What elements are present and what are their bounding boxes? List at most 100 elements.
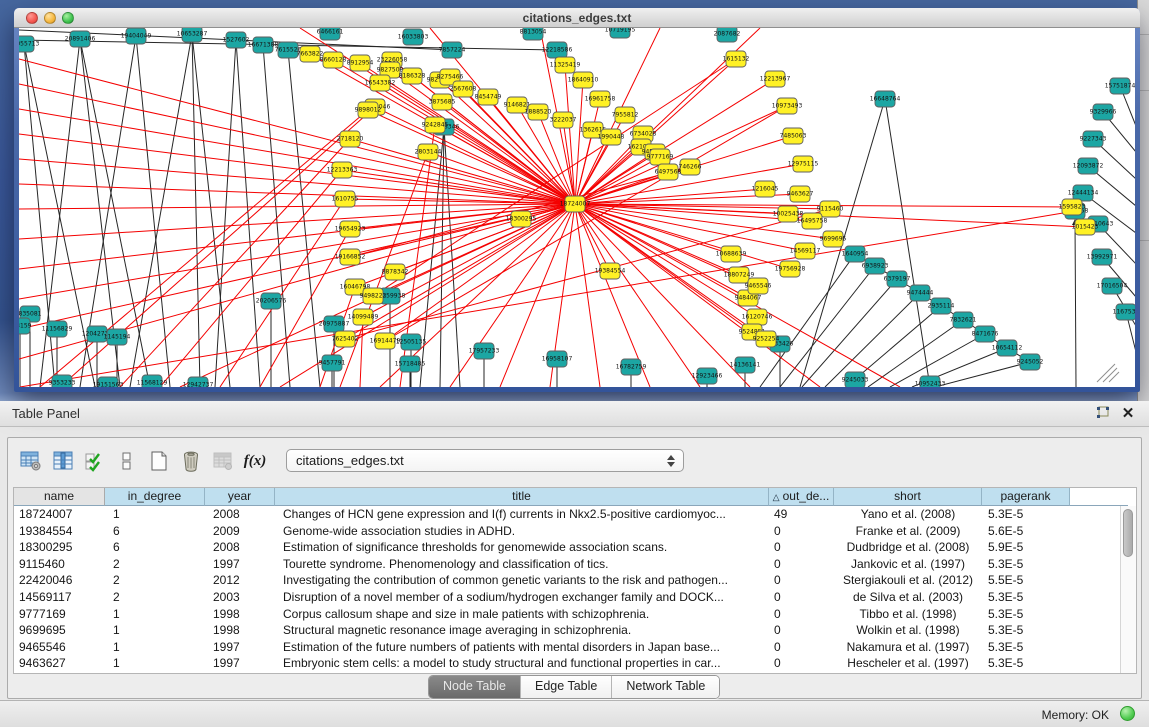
cell-title[interactable]: Disruption of a novel member of a sodium… — [275, 589, 769, 606]
edge[interactable] — [19, 204, 575, 329]
cell-short[interactable]: Nakamura et al. (1997) — [834, 639, 982, 656]
tab-edge-table[interactable]: Edge Table — [521, 676, 612, 698]
network-node-selected[interactable]: 8878342 — [382, 264, 409, 280]
rows-icon[interactable] — [114, 448, 140, 474]
cell-in_degree[interactable]: 1 — [105, 606, 205, 623]
cell-short[interactable]: Tibbo et al. (1998) — [834, 606, 982, 623]
edge[interactable] — [263, 45, 290, 387]
network-node-selected[interactable]: 9463627 — [787, 186, 814, 202]
table-row-14569117[interactable]: 1456911722003Disruption of a novel membe… — [14, 589, 1136, 606]
network-node[interactable]: 9245033 — [842, 372, 869, 387]
column-header-year[interactable]: year — [205, 488, 275, 506]
network-node[interactable]: 20206576 — [256, 293, 287, 309]
cell-title[interactable]: Changes of HCN gene expression and I(f) … — [275, 506, 769, 523]
cell-name[interactable]: 19384554 — [14, 523, 105, 540]
network-node-selected[interactable]: 8454749 — [475, 89, 502, 105]
cell-title[interactable]: Tourette syndrome. Phenomenology and cla… — [275, 556, 769, 573]
network-node-selected[interactable]: 1015423 — [1072, 219, 1099, 235]
delete-rows-trash-icon[interactable] — [178, 448, 204, 474]
cell-pagerank[interactable]: 5.3E-5 — [982, 506, 1070, 523]
cell-year[interactable]: 1997 — [205, 556, 275, 573]
cell-short[interactable]: Wolkin et al. (1998) — [834, 622, 982, 639]
cell-in_degree[interactable]: 1 — [105, 506, 205, 523]
cell-title[interactable]: Investigating the contribution of common… — [275, 572, 769, 589]
table-settings-icon[interactable] — [18, 448, 44, 474]
cell-short[interactable]: Jankovic et al. (1997) — [834, 556, 982, 573]
column-header-name[interactable]: name — [14, 488, 105, 506]
network-node[interactable]: 6938923 — [862, 258, 889, 274]
table-row-9115460[interactable]: 911546021997Tourette syndrome. Phenomeno… — [14, 556, 1136, 573]
show-column-icon[interactable] — [50, 448, 76, 474]
edge[interactable] — [19, 204, 575, 209]
float-panel-icon[interactable] — [1095, 405, 1113, 423]
cell-out_degree[interactable]: 0 — [769, 572, 834, 589]
network-node-selected[interactable]: 16120746 — [742, 309, 773, 325]
network-node-selected[interactable]: 9777169 — [647, 149, 674, 165]
network-node[interactable]: 8471676 — [972, 326, 999, 342]
network-node-selected[interactable]: 9498222 — [360, 288, 387, 304]
network-node[interactable]: 15751874 — [1105, 78, 1135, 94]
function-builder-icon[interactable]: f(x) — [242, 448, 268, 474]
edge[interactable] — [1075, 220, 1076, 387]
cell-year[interactable]: 1997 — [205, 655, 275, 672]
network-node-selected[interactable]: 1216045 — [752, 181, 779, 197]
cell-short[interactable]: Stergiakouli et al. (2012) — [834, 572, 982, 589]
cell-name[interactable]: 9115460 — [14, 556, 105, 573]
cell-year[interactable]: 1998 — [205, 622, 275, 639]
table-row-9699695[interactable]: 969969511998Structural magnetic resonanc… — [14, 622, 1136, 639]
column-header-short[interactable]: short — [834, 488, 982, 506]
new-table-icon[interactable] — [146, 448, 172, 474]
network-node-selected[interactable]: 9242845 — [422, 117, 449, 133]
network-node[interactable]: 1640954 — [842, 246, 869, 262]
cell-year[interactable]: 2003 — [205, 589, 275, 606]
cell-in_degree[interactable]: 2 — [105, 556, 205, 573]
network-node[interactable]: 11568129 — [137, 375, 168, 387]
network-node-selected[interactable]: 1610755 — [332, 191, 359, 207]
cell-out_degree[interactable]: 0 — [769, 523, 834, 540]
network-node[interactable]: 12942737 — [183, 377, 214, 387]
close-panel-icon[interactable]: ✕ — [1119, 405, 1137, 423]
cell-title[interactable]: Structural magnetic resonance image aver… — [275, 622, 769, 639]
cell-out_degree[interactable]: 0 — [769, 639, 834, 656]
network-node-selected[interactable]: 16914479 — [370, 333, 401, 349]
cell-year[interactable]: 2009 — [205, 523, 275, 540]
network-node[interactable]: 2087682 — [714, 28, 741, 42]
cell-short[interactable]: de Silva et al. (2003) — [834, 589, 982, 606]
network-node-selected[interactable]: 746266 — [679, 159, 702, 175]
cell-out_degree[interactable]: 0 — [769, 589, 834, 606]
edge[interactable] — [760, 254, 855, 387]
network-node-selected[interactable]: 2803144 — [415, 144, 442, 160]
cell-name[interactable]: 18724007 — [14, 506, 105, 523]
edge[interactable] — [575, 204, 820, 387]
network-node[interactable]: 17957233 — [469, 343, 500, 359]
network-node-selected[interactable]: 9465546 — [745, 278, 772, 294]
network-canvas[interactable]: 1405571320891406194040491065328715276021… — [19, 28, 1135, 387]
network-node-selected[interactable]: 1990448 — [598, 129, 625, 145]
edge[interactable] — [935, 362, 1030, 387]
edge[interactable] — [350, 204, 575, 257]
network-node-selected[interactable]: 10973493 — [772, 98, 803, 114]
column-header-title[interactable]: title — [275, 488, 769, 506]
network-node[interactable]: 16782759 — [616, 359, 647, 375]
cell-short[interactable]: Franke et al. (2009) — [834, 523, 982, 540]
network-window-titlebar[interactable]: citations_edges.txt — [14, 8, 1140, 28]
network-node[interactable]: 9227343 — [1080, 131, 1107, 147]
network-node-selected[interactable]: 14569117 — [790, 243, 821, 259]
network-node-selected[interactable]: 8912954 — [347, 55, 374, 71]
cell-name[interactable]: 9699695 — [14, 622, 105, 639]
network-node-selected[interactable]: 2718120 — [337, 131, 364, 147]
network-node[interactable]: 10653287 — [177, 28, 208, 42]
edge[interactable] — [575, 204, 750, 387]
network-node[interactable]: 12093872 — [1073, 158, 1104, 174]
cell-title[interactable]: Estimation of the future numbers of pati… — [275, 639, 769, 656]
column-header-pagerank[interactable]: pagerank — [982, 488, 1070, 506]
cell-in_degree[interactable]: 1 — [105, 655, 205, 672]
network-node[interactable]: 9457791 — [319, 355, 346, 371]
cell-year[interactable]: 1998 — [205, 606, 275, 623]
network-node-selected[interactable]: 9699695 — [820, 231, 847, 247]
edge[interactable] — [130, 34, 192, 387]
cell-in_degree[interactable]: 1 — [105, 639, 205, 656]
cell-title[interactable]: Estimation of significance thresholds fo… — [275, 539, 769, 556]
cell-in_degree[interactable]: 6 — [105, 539, 205, 556]
memory-status-indicator[interactable] — [1120, 706, 1135, 721]
